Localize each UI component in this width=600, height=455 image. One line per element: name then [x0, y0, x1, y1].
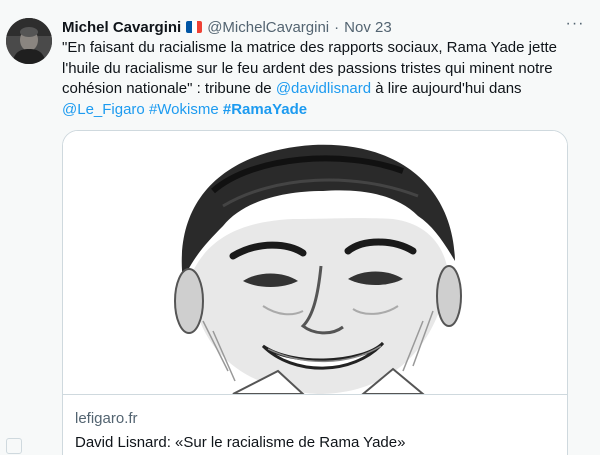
tweet[interactable]: Michel Cavargini @MichelCavargini · Nov … — [0, 0, 600, 455]
tweet-text: "En faisant du racialisme la matrice des… — [62, 38, 582, 120]
card-title[interactable]: David Lisnard: «Sur le racialisme de Ram… — [75, 434, 405, 451]
mention-davidlisnard[interactable]: @davidlisnard — [276, 80, 371, 97]
hashtag-wokisme[interactable]: #Wokisme — [149, 101, 219, 118]
tweet-header: Michel Cavargini @MichelCavargini · Nov … — [62, 17, 588, 37]
author-name[interactable]: Michel Cavargini — [62, 19, 181, 36]
tweet-text-part2: à lire aujourd'hui dans — [371, 80, 522, 97]
link-card[interactable]: lefigaro.fr David Lisnard: «Sur le racia… — [62, 130, 568, 455]
author-avatar[interactable] — [6, 18, 52, 64]
hashtag-ramayade[interactable]: #RamaYade — [223, 101, 307, 118]
mention-le-figaro[interactable]: @Le_Figaro — [62, 101, 145, 118]
card-meta[interactable]: lefigaro.fr David Lisnard: «Sur le racia… — [63, 394, 567, 455]
card-image[interactable] — [63, 131, 567, 395]
more-options-icon[interactable]: ··· — [562, 14, 588, 34]
separator-dot: · — [334, 18, 340, 36]
partial-icon — [6, 438, 22, 454]
france-flag-icon — [186, 21, 203, 33]
author-handle[interactable]: @MichelCavargini — [207, 19, 329, 36]
tweet-date[interactable]: Nov 23 — [344, 19, 392, 36]
card-domain: lefigaro.fr — [75, 410, 138, 427]
